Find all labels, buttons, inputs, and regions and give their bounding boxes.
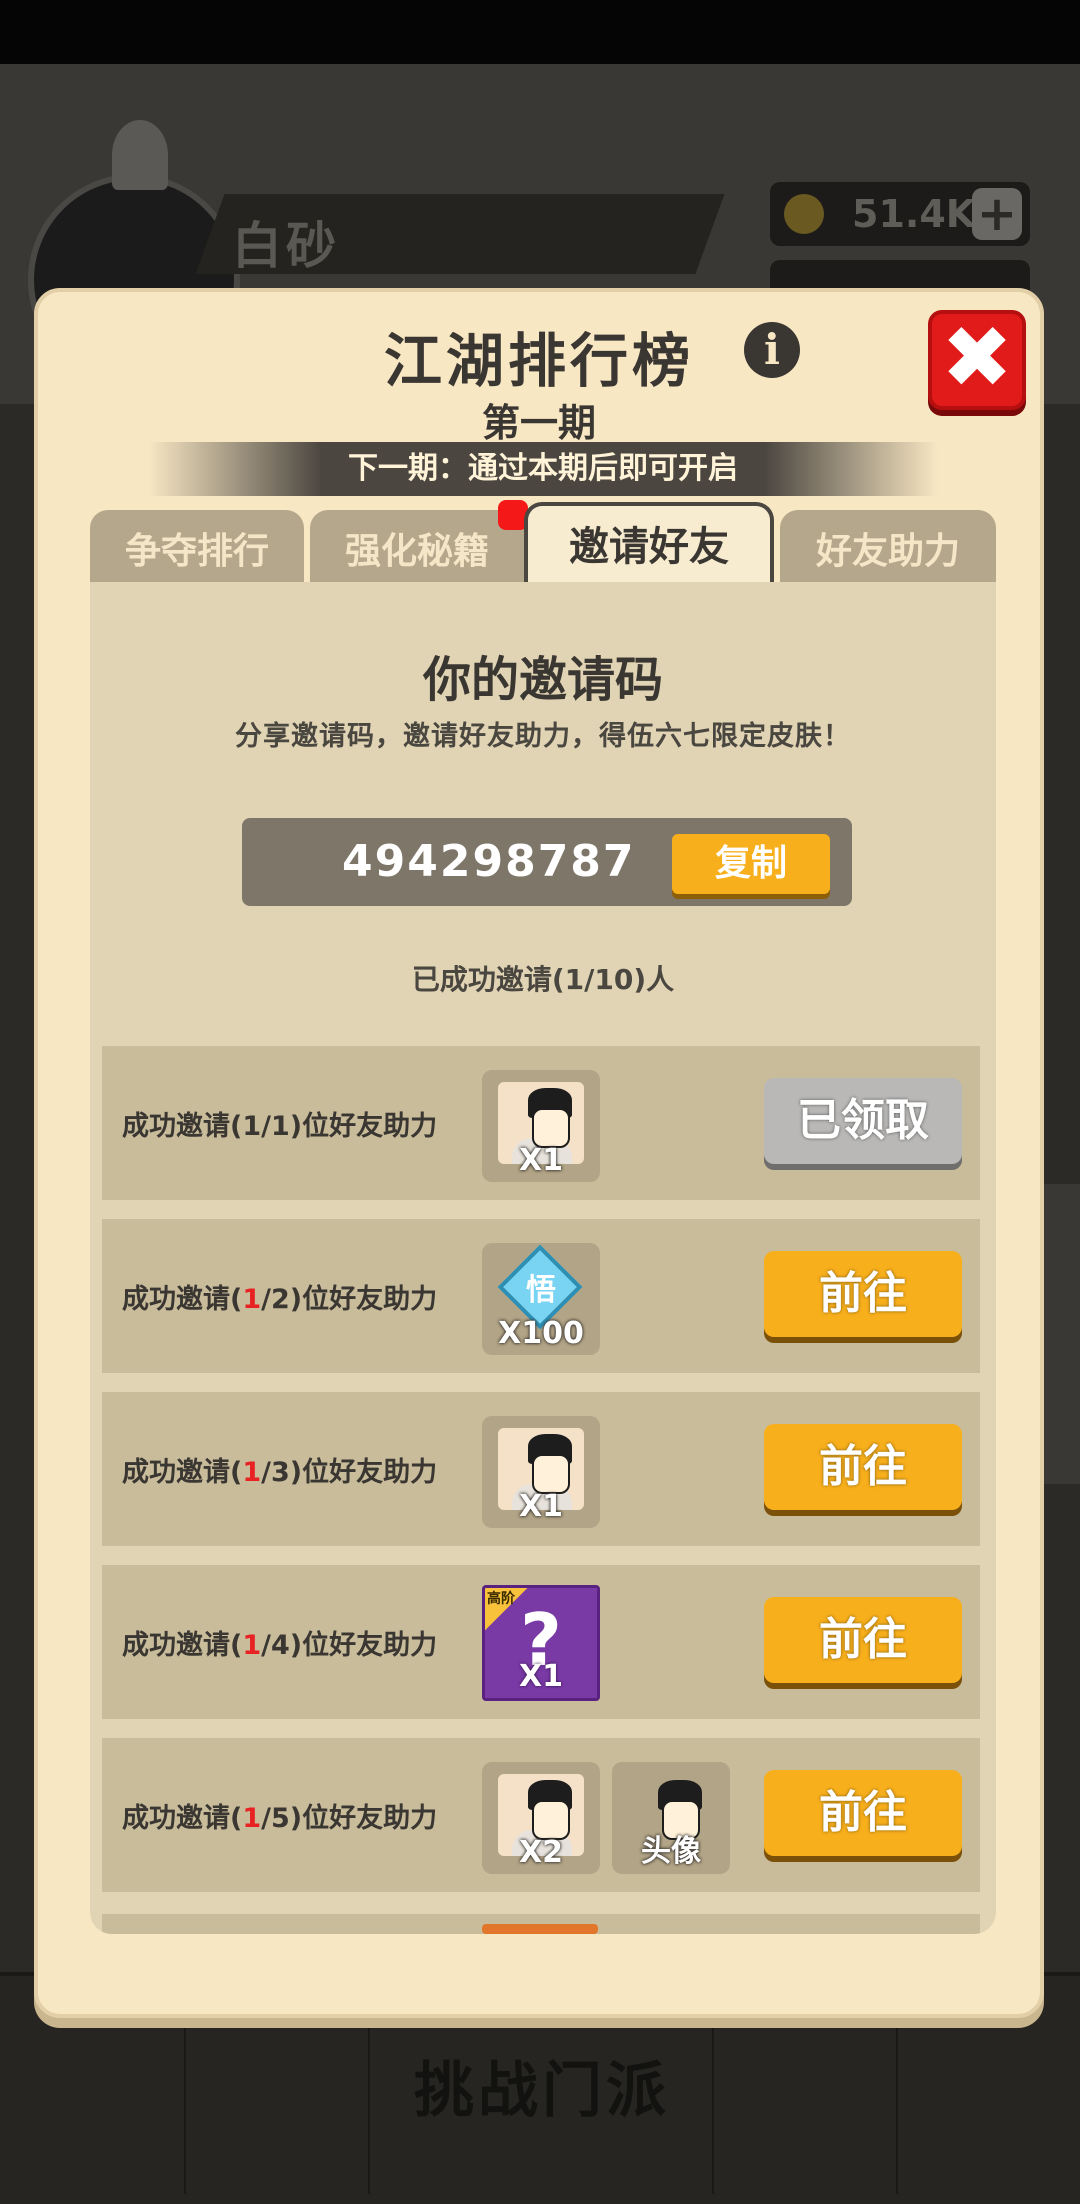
- invite-code: 494298787: [342, 836, 636, 887]
- reward-row: 成功邀请(1/1)位好友助力 X1 已领取: [102, 1046, 980, 1200]
- diamond-gem-icon: 悟 X100: [482, 1243, 600, 1355]
- invite-description: 分享邀请码，邀请好友助力，得伍六七限定皮肤！: [235, 721, 851, 752]
- reward-row: 成功邀请(1/3)位好友助力 X1 前往: [102, 1392, 980, 1546]
- modal-title: 江湖排行榜: [383, 327, 694, 395]
- gold-counter: 51.4K +: [770, 182, 1030, 246]
- tab-invite-friends[interactable]: 邀请好友: [524, 502, 774, 584]
- reward-condition: 成功邀请(1/4)位好友助力: [122, 1630, 438, 1661]
- avatar-frame-icon: 头像: [612, 1762, 730, 1874]
- tab-secret-manual-label: 强化秘籍: [344, 531, 489, 572]
- invited-count: 已成功邀请(1/10)人: [411, 963, 675, 996]
- character-skin-icon: X2: [482, 1762, 600, 1874]
- bottom-nav-item: [712, 1994, 898, 2194]
- tab-secret-manual[interactable]: 强化秘籍: [310, 500, 528, 584]
- mystery-box-icon: 高阶 ? X1: [482, 1585, 600, 1701]
- go-button[interactable]: 前往: [764, 1770, 962, 1856]
- reward-quantity: X1: [518, 1659, 563, 1694]
- go-button[interactable]: 前往: [764, 1597, 962, 1683]
- period-label: 第一期: [481, 401, 596, 445]
- ranking-modal: 江湖排行榜 i 第一期 ✖ 下一期：通过本期后即可开启 争夺排行 强化秘籍 邀请…: [34, 288, 1044, 2018]
- reward-quantity: X1: [518, 1489, 563, 1524]
- status-bar: [0, 0, 1080, 64]
- player-name: 白砂: [232, 217, 340, 275]
- reward-row: 成功邀请(1/5)位好友助力 X2 头像 前往: [102, 1738, 980, 1892]
- reward-quantity: 头像: [641, 1834, 701, 1869]
- reward-row: 成功邀请(1/2)位好友助力 悟 X100 前往: [102, 1219, 980, 1373]
- bottom-nav-title: 挑战门派: [414, 2056, 670, 2126]
- bottom-nav-item: [184, 1994, 370, 2194]
- reward-quantity: X100: [498, 1316, 584, 1351]
- tab-ranking[interactable]: 争夺排行: [90, 510, 304, 584]
- reward-condition: 成功邀请(1/1)位好友助力: [122, 1111, 438, 1142]
- tab-friend-support[interactable]: 好友助力: [780, 510, 996, 584]
- close-button[interactable]: ✖: [928, 310, 1026, 410]
- reward-condition: 成功邀请(1/2)位好友助力: [122, 1284, 438, 1315]
- invite-code-title: 你的邀请码: [422, 652, 663, 708]
- reward-row: [102, 1914, 980, 1934]
- reward-quantity: X2: [518, 1835, 563, 1870]
- character-skin-icon: X1: [482, 1070, 600, 1182]
- reward-condition: 成功邀请(1/3)位好友助力: [122, 1457, 438, 1488]
- go-button[interactable]: 前往: [764, 1251, 962, 1337]
- add-gold-icon: +: [972, 188, 1022, 240]
- gold-coin-icon: [784, 194, 824, 234]
- reward-condition: 成功邀请(1/5)位好友助力: [122, 1803, 438, 1834]
- copy-button[interactable]: 复制: [672, 834, 830, 894]
- bottom-nav-item: [0, 1994, 186, 2194]
- next-period-banner: 下一期：通过本期后即可开启: [148, 442, 938, 496]
- invite-panel: 你的邀请码 分享邀请码，邀请好友助力，得伍六七限定皮肤！ 494298787 复…: [90, 582, 996, 1934]
- gold-amount: 51.4K: [852, 192, 976, 236]
- claimed-button[interactable]: 已领取: [764, 1078, 962, 1164]
- invite-code-box: 494298787 复制: [242, 818, 852, 906]
- reward-quantity: X1: [518, 1143, 563, 1178]
- character-skin-icon: X1: [482, 1416, 600, 1528]
- info-icon[interactable]: i: [744, 322, 800, 378]
- go-button[interactable]: 前往: [764, 1424, 962, 1510]
- reward-row: 成功邀请(1/4)位好友助力 高阶 ? X1 前往: [102, 1565, 980, 1719]
